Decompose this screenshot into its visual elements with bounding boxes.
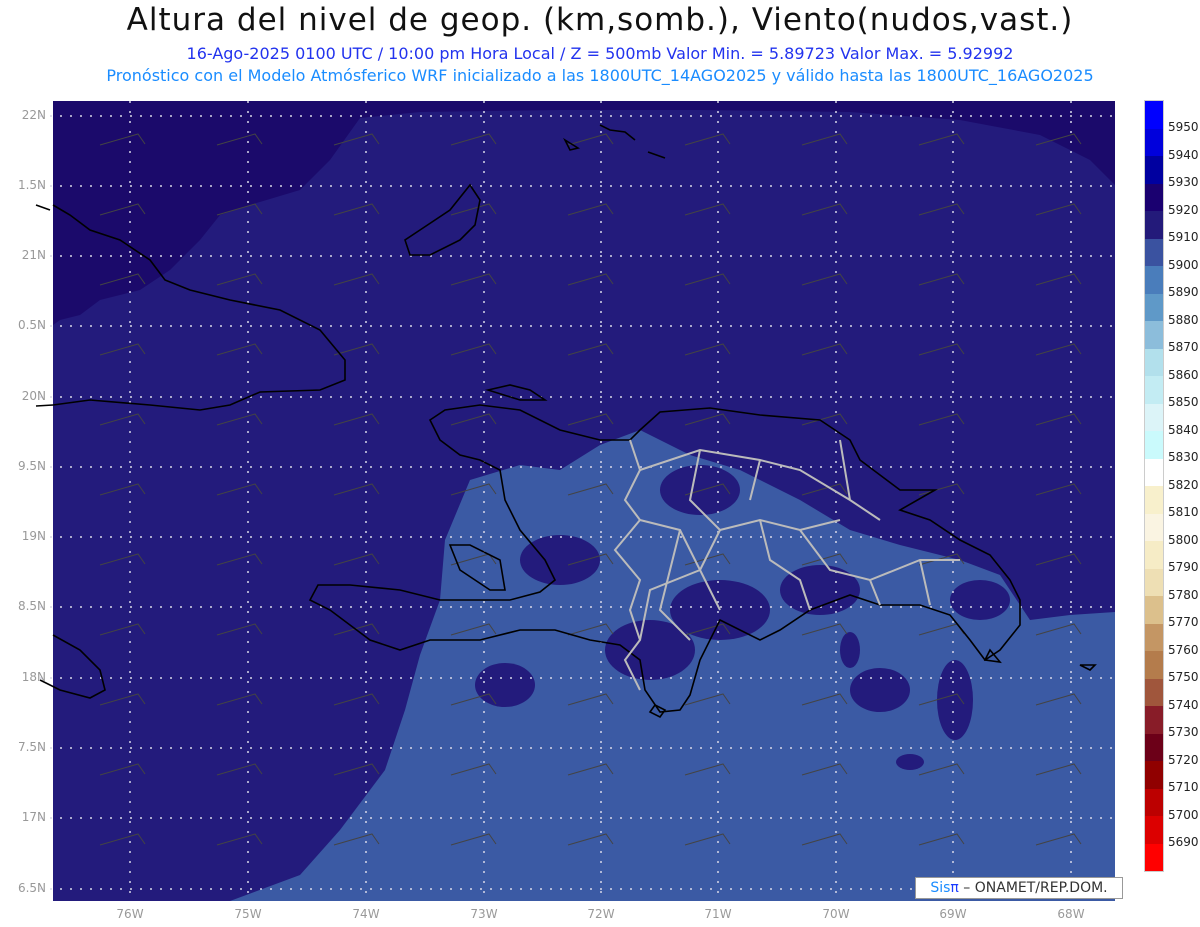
colorbar-swatch	[1145, 816, 1163, 844]
colorbar-swatch	[1145, 431, 1163, 459]
colorbar-swatch	[1145, 678, 1163, 706]
colorbar-label: 5760	[1168, 642, 1199, 657]
lon-label: 72W	[587, 907, 615, 921]
lon-label: 69W	[939, 907, 967, 921]
lat-label: 19N	[21, 529, 46, 543]
colorbar-label: 5750	[1168, 670, 1199, 684]
colorbar-swatch	[1145, 266, 1163, 294]
colorbar-label: 5950	[1168, 120, 1199, 134]
colorbar-label: 5910	[1168, 230, 1199, 244]
colorbar-swatch	[1145, 183, 1163, 211]
colorbar-label: 5900	[1168, 257, 1199, 272]
colorbar-swatch	[1145, 843, 1163, 871]
colorbar-label: 5870	[1168, 340, 1199, 354]
geopotential-map	[35, 101, 1115, 901]
colorbar-label: 5790	[1168, 560, 1199, 574]
colorbar-label: 5850	[1168, 395, 1199, 409]
colorbar-swatch	[1145, 541, 1163, 569]
colorbar-swatch	[1145, 596, 1163, 624]
colorbar-label: 5780	[1168, 587, 1199, 602]
colorbar-label: 5930	[1168, 175, 1199, 189]
colorbar-swatch	[1145, 238, 1163, 266]
lat-label: 21N	[21, 248, 46, 262]
logo-text: – ONAMET/REP.DOM.	[958, 880, 1108, 896]
colorbar-swatch	[1145, 293, 1163, 321]
colorbar-swatch	[1145, 376, 1163, 404]
lat-label: 7.5N	[17, 740, 46, 754]
colorbar-label: 5770	[1168, 615, 1199, 629]
colorbar-swatch	[1145, 706, 1163, 734]
colorbar-label: 5720	[1168, 752, 1199, 767]
lon-label: 74W	[352, 907, 380, 921]
onamet-logo: Sisπ – ONAMET/REP.DOM.	[915, 877, 1123, 899]
colorbar-label: 5690	[1168, 835, 1199, 849]
colorbar-swatch	[1145, 458, 1163, 486]
logo-pi: π	[950, 880, 959, 896]
colorbar-swatch	[1145, 211, 1163, 239]
lon-label: 71W	[704, 907, 732, 921]
colorbar-label: 5800	[1168, 532, 1199, 547]
lat-label: 20N	[21, 389, 46, 403]
colorbar-swatch	[1145, 733, 1163, 761]
colorbar-swatch	[1145, 101, 1163, 129]
lat-label: 17N	[21, 810, 46, 824]
lat-label: 9.5N	[17, 459, 46, 473]
lon-label: 73W	[470, 907, 498, 921]
colorbar-label: 5940	[1168, 147, 1199, 162]
colorbar-swatch	[1145, 321, 1163, 349]
colorbar-label: 5700	[1168, 807, 1199, 822]
colorbar-label: 5890	[1168, 285, 1199, 299]
colorbar-label: 5740	[1168, 697, 1199, 712]
lat-label: 22N	[21, 108, 46, 122]
colorbar-label: 5810	[1168, 505, 1199, 519]
colorbar-swatch	[1145, 128, 1163, 156]
colorbar	[1144, 100, 1164, 872]
colorbar-swatch	[1145, 486, 1163, 514]
lat-label: 6.5N	[17, 881, 46, 895]
lon-label: 75W	[234, 907, 262, 921]
colorbar-label: 5820	[1168, 477, 1199, 492]
colorbar-label: 5860	[1168, 367, 1199, 382]
colorbar-swatch	[1145, 348, 1163, 376]
colorbar-swatch	[1145, 156, 1163, 184]
colorbar-label: 5880	[1168, 312, 1199, 327]
lat-label: 8.5N	[17, 599, 46, 613]
colorbar-swatch	[1145, 568, 1163, 596]
lon-label: 76W	[116, 907, 144, 921]
lat-label: 18N	[21, 670, 46, 684]
colorbar-label: 5730	[1168, 725, 1199, 739]
colorbar-label: 5920	[1168, 202, 1199, 217]
logo-sis: Sis	[930, 880, 951, 896]
colorbar-swatch	[1145, 788, 1163, 816]
lat-label: 1.5N	[17, 178, 46, 192]
colorbar-swatch	[1145, 513, 1163, 541]
colorbar-label: 5830	[1168, 450, 1199, 464]
lon-label: 70W	[822, 907, 850, 921]
lat-label: 0.5N	[17, 318, 46, 332]
colorbar-swatch	[1145, 651, 1163, 679]
colorbar-swatch	[1145, 623, 1163, 651]
colorbar-label: 5710	[1168, 780, 1199, 794]
colorbar-swatch	[1145, 761, 1163, 789]
lon-label: 68W	[1057, 907, 1085, 921]
colorbar-label: 5840	[1168, 422, 1199, 437]
colorbar-swatch	[1145, 403, 1163, 431]
